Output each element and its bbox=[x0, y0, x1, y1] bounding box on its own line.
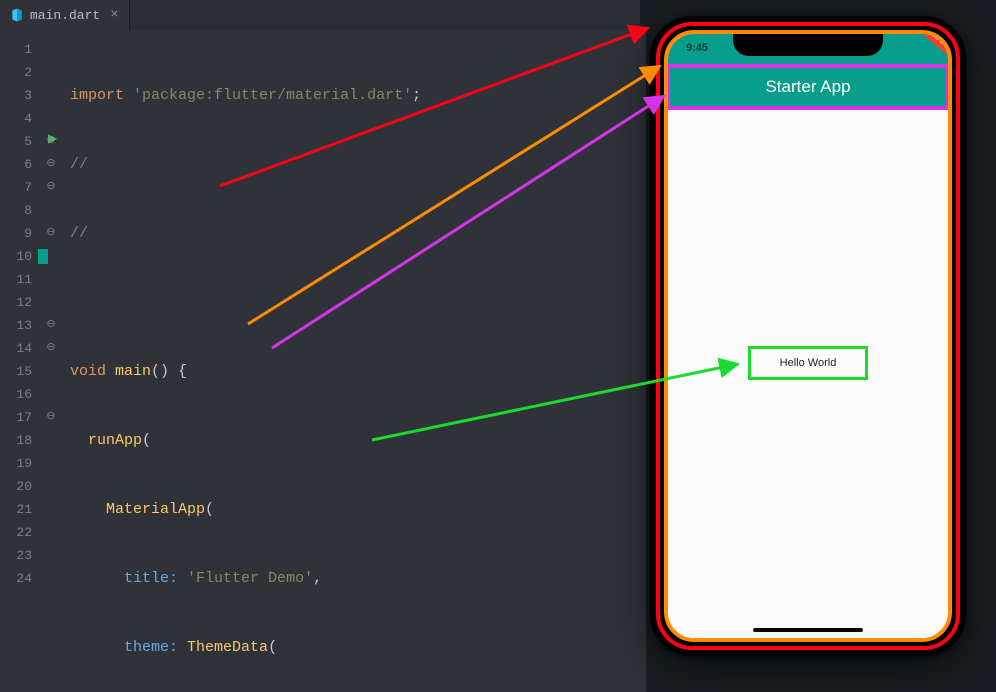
line-number: 11 bbox=[0, 272, 32, 287]
color-swatch-teal bbox=[38, 249, 48, 264]
line-number: 5 bbox=[0, 134, 32, 149]
line-number: 24 bbox=[0, 571, 32, 586]
line-number: 2 bbox=[0, 65, 32, 80]
line-number: 8 bbox=[0, 203, 32, 218]
line-number: 14 bbox=[0, 341, 32, 356]
line-number: 20 bbox=[0, 479, 32, 494]
fold-toggle-icon[interactable]: ⊖ bbox=[44, 179, 58, 193]
editor-tab-main-dart[interactable]: main.dart × bbox=[0, 0, 130, 30]
dart-file-icon bbox=[10, 8, 24, 22]
line-number: 16 bbox=[0, 387, 32, 402]
line-number: 9 bbox=[0, 226, 32, 241]
fold-toggle-icon[interactable]: ⊖ bbox=[44, 409, 58, 423]
app-bar-title: Starter App bbox=[765, 77, 850, 97]
phone-simulator: DEBUG 9:45 Starter App Hello World bbox=[650, 16, 966, 656]
line-number: 7 bbox=[0, 180, 32, 195]
line-number: 17 bbox=[0, 410, 32, 425]
line-number: 1 bbox=[0, 42, 32, 57]
line-number-gutter: 123456789101112131415161718192021222324 bbox=[0, 30, 44, 692]
line-number: 15 bbox=[0, 364, 32, 379]
close-icon[interactable]: × bbox=[110, 7, 118, 23]
line-number: 6 bbox=[0, 157, 32, 172]
fold-toggle-icon[interactable]: ⊖ bbox=[44, 225, 58, 239]
app-bar: Starter App bbox=[666, 64, 950, 110]
line-number: 21 bbox=[0, 502, 32, 517]
line-number: 18 bbox=[0, 433, 32, 448]
hello-world-box: Hello World bbox=[748, 346, 868, 380]
fold-gutter: ⊖⊖⊖⊖⊖⊖⊖ bbox=[44, 30, 64, 692]
editor-tab-bar: main.dart × bbox=[0, 0, 640, 30]
run-gutter-icon[interactable]: ▶ bbox=[48, 131, 57, 146]
line-number: 19 bbox=[0, 456, 32, 471]
line-number: 4 bbox=[0, 111, 32, 126]
line-number: 23 bbox=[0, 548, 32, 563]
fold-toggle-icon[interactable]: ⊖ bbox=[44, 156, 58, 170]
fold-toggle-icon[interactable]: ⊖ bbox=[44, 340, 58, 354]
annotation-outline-scaffold: DEBUG 9:45 Starter App Hello World bbox=[664, 30, 952, 642]
home-indicator bbox=[753, 628, 863, 632]
line-number: 10 bbox=[0, 249, 32, 264]
status-time: 9:45 bbox=[686, 42, 708, 54]
line-number: 13 bbox=[0, 318, 32, 333]
tab-filename: main.dart bbox=[30, 8, 100, 23]
annotation-outline-materialapp: DEBUG 9:45 Starter App Hello World bbox=[656, 22, 960, 650]
fold-toggle-icon[interactable]: ⊖ bbox=[44, 317, 58, 331]
line-number: 3 bbox=[0, 88, 32, 103]
line-number: 22 bbox=[0, 525, 32, 540]
line-number: 12 bbox=[0, 295, 32, 310]
phone-notch bbox=[733, 30, 883, 56]
app-body: Hello World bbox=[668, 110, 948, 638]
hello-world-text: Hello World bbox=[780, 357, 837, 369]
